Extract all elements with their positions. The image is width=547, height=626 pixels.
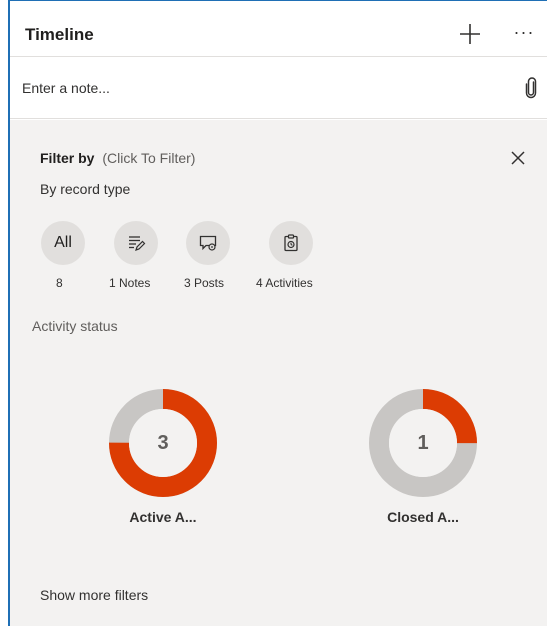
all-icon-text: All [54, 234, 72, 251]
note-row [10, 57, 547, 119]
filter-pane: Filter by (Click To Filter) By record ty… [10, 120, 547, 626]
timeline-title: Timeline [25, 25, 94, 44]
active-activities-donut[interactable]: 3 [108, 388, 218, 498]
timeline-header: Timeline ··· [10, 1, 547, 57]
post-icon [199, 235, 217, 251]
add-button[interactable] [457, 21, 483, 47]
closed-activities-donut[interactable]: 1 [368, 388, 478, 498]
close-filter-button[interactable] [508, 148, 528, 168]
active-activities-count: 3 [157, 431, 169, 454]
paperclip-icon [525, 77, 537, 99]
show-more-filters-link[interactable]: Show more filters [40, 587, 148, 603]
record-type-label: By record type [40, 181, 131, 197]
filter-posts-count: 3 Posts [184, 276, 225, 290]
attach-button[interactable] [524, 77, 538, 99]
active-activities-label: Active A... [129, 509, 197, 525]
filter-by-row: Filter by (Click To Filter) [40, 150, 195, 166]
note-input[interactable] [22, 73, 502, 103]
closed-activities-label: Closed A... [387, 509, 459, 525]
note-edit-icon [129, 236, 146, 251]
filter-notes-count: 1 Notes [109, 276, 151, 290]
clipboard-activity-icon [284, 234, 298, 252]
filter-by-label: Filter by [40, 150, 95, 166]
plus-icon [460, 24, 480, 44]
closed-activities-count: 1 [417, 431, 429, 454]
filter-hint: (Click To Filter) [102, 150, 196, 166]
activity-status-label: Activity status [32, 318, 118, 334]
filter-posts-button[interactable] [186, 221, 230, 265]
filter-all-button[interactable]: All [41, 221, 85, 265]
close-icon [511, 151, 525, 165]
filter-all-count: 8 [56, 276, 63, 290]
filter-notes-button[interactable] [114, 221, 158, 265]
timeline-panel: Timeline ··· Filter by (Click To Filter) [10, 1, 547, 626]
more-options-button[interactable]: ··· [510, 21, 538, 47]
filter-activities-count: 4 Activities [256, 276, 313, 290]
filter-activities-button[interactable] [269, 221, 313, 265]
